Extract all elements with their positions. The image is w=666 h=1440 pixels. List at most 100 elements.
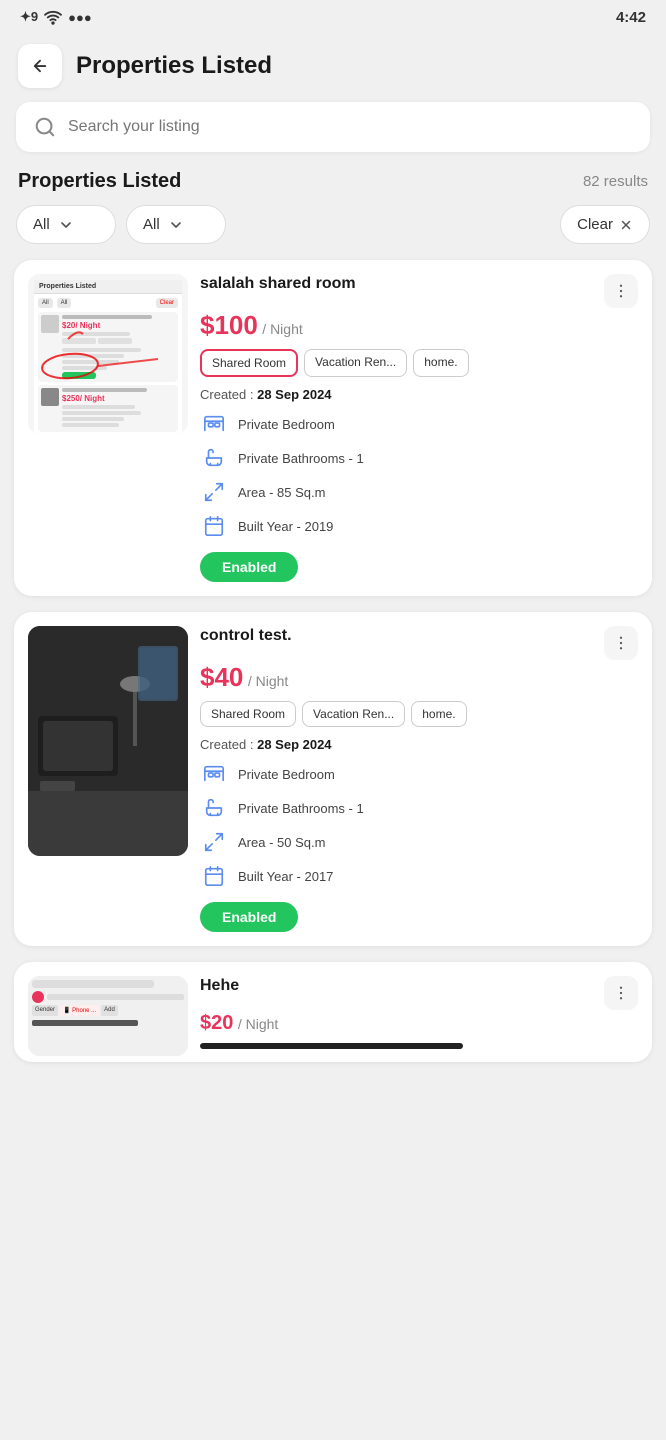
- bathroom-text: Private Bathrooms - 1: [238, 451, 364, 466]
- section-title: Properties Listed: [18, 170, 181, 193]
- property-card-partial: Gender 📱 Phone ... Add Hehe: [14, 962, 652, 1062]
- card-title-partial: Hehe: [200, 976, 239, 997]
- search-bar: [16, 102, 650, 152]
- results-count: 82 results: [583, 173, 648, 190]
- tags-row: Shared Room Vacation Ren... home.: [200, 701, 638, 727]
- price-unit: / Night: [262, 321, 302, 337]
- clear-button[interactable]: Clear: [560, 205, 650, 244]
- area-text: Area - 50 Sq.m: [238, 835, 325, 850]
- builtyear-detail: Built Year - 2017: [200, 862, 638, 890]
- cards-container: Properties Listed All All Clear: [0, 260, 666, 1062]
- search-container: [0, 102, 666, 166]
- builtyear-text: Built Year - 2017: [238, 869, 333, 884]
- more-dots-icon: [612, 282, 630, 300]
- status-signal: ●●●: [68, 10, 92, 25]
- card-title: control test.: [200, 626, 292, 647]
- search-icon: [34, 116, 56, 138]
- more-options-button[interactable]: [604, 626, 638, 660]
- card-header-row: salalah shared room: [200, 274, 638, 308]
- tags-row: Shared Room Vacation Ren... home.: [200, 349, 638, 377]
- room-photo: [28, 626, 188, 856]
- bedroom-detail: Private Bedroom: [200, 760, 638, 788]
- more-dots-icon: [612, 984, 630, 1002]
- filter-dropdown-1[interactable]: All: [16, 205, 116, 244]
- card-header-row: control test.: [200, 626, 638, 660]
- calendar-icon: [200, 862, 228, 890]
- filter-2-label: All: [143, 216, 160, 233]
- bathroom-text: Private Bathrooms - 1: [238, 801, 364, 816]
- more-dots-icon: [612, 634, 630, 652]
- card-info-partial: Hehe $20 / Night: [200, 976, 638, 1049]
- bedroom-text: Private Bedroom: [238, 417, 335, 432]
- bathroom-detail: Private Bathrooms - 1: [200, 444, 638, 472]
- created-date: Created : 28 Sep 2024: [200, 737, 638, 752]
- price-row: $100 / Night: [200, 310, 638, 341]
- card-top: Properties Listed All All Clear: [28, 274, 638, 582]
- bath-icon: [200, 444, 228, 472]
- status-left: ✦9 ●●●: [20, 8, 92, 26]
- ss-content: All All Clear $20/ Night: [34, 294, 182, 434]
- filter-1-label: All: [33, 216, 50, 233]
- builtyear-detail: Built Year - 2019: [200, 512, 638, 540]
- page-header: Properties Listed: [0, 34, 666, 102]
- more-options-button-partial[interactable]: [604, 976, 638, 1010]
- status-badge: Enabled: [200, 552, 298, 582]
- back-button[interactable]: [18, 44, 62, 88]
- ss-header: Properties Listed: [34, 280, 182, 294]
- property-price-partial: $20: [200, 1012, 233, 1034]
- card-info: salalah shared room $100 / Night Shared …: [200, 274, 638, 582]
- status-time: 4:42: [616, 9, 646, 26]
- property-card: control test. $40 / Night Shared Room Va…: [14, 612, 652, 946]
- bath-icon: [200, 794, 228, 822]
- property-price: $100: [200, 310, 258, 340]
- tag-shared-room: Shared Room: [200, 701, 296, 727]
- price-unit: / Night: [248, 673, 288, 689]
- tag-vacation: Vacation Ren...: [302, 701, 405, 727]
- tag-vacation: Vacation Ren...: [304, 349, 407, 377]
- wifi-icon: [44, 8, 62, 26]
- bedroom-detail: Private Bedroom: [200, 410, 638, 438]
- property-card: Properties Listed All All Clear: [14, 260, 652, 596]
- more-options-button[interactable]: [604, 274, 638, 308]
- room-illustration: [28, 626, 188, 856]
- filter-dropdown-2[interactable]: All: [126, 205, 226, 244]
- bathroom-detail: Private Bathrooms - 1: [200, 794, 638, 822]
- tag-home: home.: [411, 701, 466, 727]
- clear-label: Clear: [577, 216, 613, 233]
- area-detail: Area - 50 Sq.m: [200, 828, 638, 856]
- status-network: ✦9: [20, 9, 38, 25]
- area-icon: [200, 828, 228, 856]
- bedroom-text: Private Bedroom: [238, 767, 335, 782]
- price-row-partial: $20 / Night: [200, 1012, 638, 1035]
- card-image: Properties Listed All All Clear: [28, 274, 188, 434]
- card-top: control test. $40 / Night Shared Room Va…: [28, 626, 638, 932]
- card-partial: Gender 📱 Phone ... Add Hehe: [28, 976, 638, 1056]
- price-row: $40 / Night: [200, 662, 638, 693]
- calendar-icon: [200, 512, 228, 540]
- search-input[interactable]: [68, 118, 632, 136]
- chevron-down-icon-2: [168, 217, 184, 233]
- builtyear-text: Built Year - 2019: [238, 519, 333, 534]
- close-icon: [619, 218, 633, 232]
- card-title: salalah shared room: [200, 274, 356, 295]
- bed-icon: [200, 760, 228, 788]
- screenshot-inner: Properties Listed All All Clear: [28, 274, 188, 434]
- area-icon: [200, 478, 228, 506]
- redacted-bar: [200, 1043, 463, 1049]
- filter-row: All All Clear: [0, 205, 666, 260]
- card-image: [28, 626, 188, 856]
- section-header: Properties Listed 82 results: [0, 166, 666, 205]
- back-icon: [31, 57, 49, 75]
- card-image-partial: Gender 📱 Phone ... Add: [28, 976, 188, 1056]
- tag-home: home.: [413, 349, 468, 377]
- card-info: control test. $40 / Night Shared Room Va…: [200, 626, 638, 932]
- page-title: Properties Listed: [76, 52, 272, 80]
- bed-icon: [200, 410, 228, 438]
- area-text: Area - 85 Sq.m: [238, 485, 325, 500]
- chevron-down-icon-1: [58, 217, 74, 233]
- card-header-row-partial: Hehe: [200, 976, 638, 1010]
- area-detail: Area - 85 Sq.m: [200, 478, 638, 506]
- status-badge: Enabled: [200, 902, 298, 932]
- status-bar: ✦9 ●●● 4:42: [0, 0, 666, 34]
- tag-shared-room: Shared Room: [200, 349, 298, 377]
